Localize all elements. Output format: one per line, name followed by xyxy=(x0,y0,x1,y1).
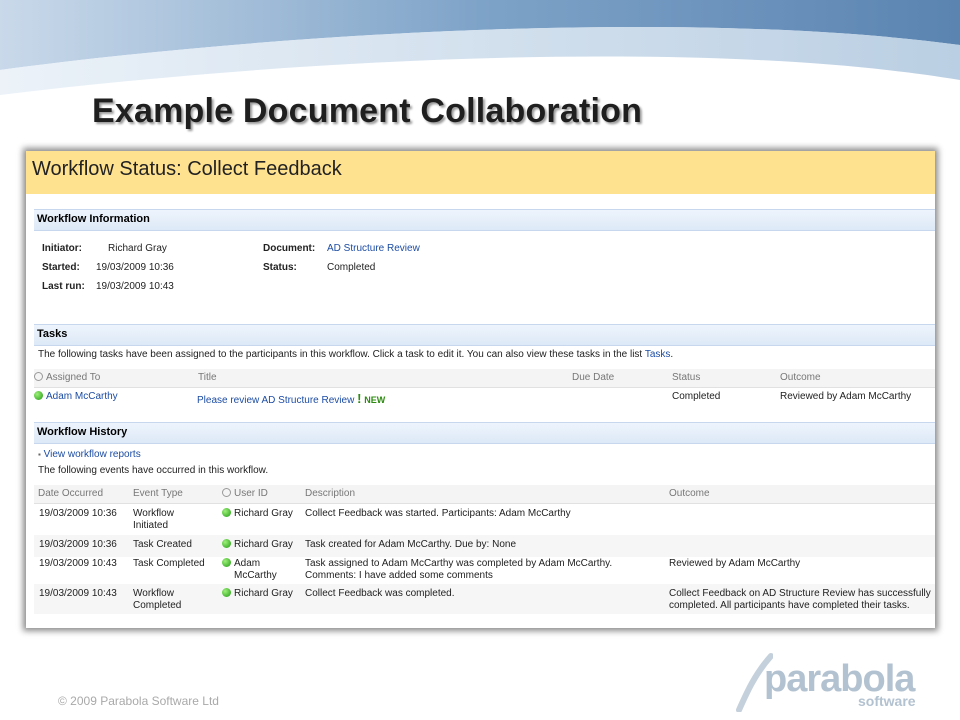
last-run-label: Last run: xyxy=(42,281,85,292)
status-value: Completed xyxy=(327,262,376,273)
history-description: Task assigned to Adam McCarthy was compl… xyxy=(305,558,613,581)
history-event: Task Completed xyxy=(133,558,205,569)
document-label: Document: xyxy=(263,243,316,254)
column-header[interactable]: Event Type xyxy=(133,488,183,499)
status-label: Status: xyxy=(263,262,297,273)
task-title-link[interactable]: Please review AD Structure Review ! NEW xyxy=(197,391,385,406)
presence-icon xyxy=(222,488,231,497)
task-assigned-to[interactable]: Adam McCarthy xyxy=(34,391,118,402)
history-event: Workflow Initiated xyxy=(133,508,174,531)
new-icon: ! xyxy=(357,391,362,406)
presence-icon xyxy=(222,558,231,567)
column-header[interactable]: Title xyxy=(198,372,217,383)
section-tasks: Tasks xyxy=(34,324,935,346)
history-table-header: Date Occurred Event Type User ID Descrip… xyxy=(34,485,935,504)
section-title: Workflow History xyxy=(37,426,128,438)
copyright-footer: © 2009 Parabola Software Ltd xyxy=(58,694,219,708)
history-date: 19/03/2009 10:43 xyxy=(39,558,117,569)
view-reports[interactable]: ▪ View workflow reports xyxy=(38,449,141,460)
slide-title: Example Document Collaboration xyxy=(92,92,643,130)
last-run-value: 19/03/2009 10:43 xyxy=(96,281,174,292)
history-user[interactable]: Richard Gray xyxy=(222,508,302,520)
history-description: Collect Feedback was started. Participan… xyxy=(305,508,571,519)
column-header[interactable]: Outcome xyxy=(780,372,821,383)
page-title: Workflow Status: Collect Feedback xyxy=(32,158,342,180)
history-description: Collect Feedback was completed. xyxy=(305,588,455,599)
section-workflow-history: Workflow History xyxy=(34,422,935,444)
column-header[interactable]: Status xyxy=(672,372,700,383)
history-intro: The following events have occurred in th… xyxy=(38,465,269,476)
column-header[interactable]: Date Occurred xyxy=(38,488,103,499)
column-header[interactable]: Description xyxy=(305,488,355,499)
history-description: Task created for Adam McCarthy. Due by: … xyxy=(305,539,517,550)
view-reports-link[interactable]: View workflow reports xyxy=(44,449,141,460)
started-label: Started: xyxy=(42,262,80,273)
initiator-label: Initiator: xyxy=(42,243,82,254)
parabola-logo-subtitle: software xyxy=(858,693,916,709)
section-title: Tasks xyxy=(37,328,68,340)
new-badge: NEW xyxy=(364,395,386,405)
task-status: Completed xyxy=(672,391,721,402)
column-header[interactable]: Assigned To xyxy=(34,372,100,383)
history-user[interactable]: Richard Gray xyxy=(222,588,302,600)
bullet-icon: ▪ xyxy=(38,450,41,459)
page-header: Workflow Status: Collect Feedback xyxy=(26,151,935,194)
history-event: Workflow Completed xyxy=(133,588,182,611)
presence-icon xyxy=(222,588,231,597)
started-value: 19/03/2009 10:36 xyxy=(96,262,174,273)
presence-icon xyxy=(222,508,231,517)
tasks-table-header: Assigned To Title Due Date Status Outcom… xyxy=(34,369,935,388)
history-outcome: Reviewed by Adam McCarthy xyxy=(669,558,801,569)
section-title: Workflow Information xyxy=(37,213,150,225)
document-link[interactable]: AD Structure Review xyxy=(327,243,420,254)
tasks-intro-text: The following tasks have been assigned t… xyxy=(38,349,643,360)
history-date: 19/03/2009 10:36 xyxy=(39,508,117,519)
history-date: 19/03/2009 10:43 xyxy=(39,588,117,599)
workflow-status-screenshot: Workflow Status: Collect Feedback Workfl… xyxy=(26,151,935,628)
column-header[interactable]: User ID xyxy=(222,488,268,499)
section-workflow-information: Workflow Information xyxy=(34,209,935,231)
history-date: 19/03/2009 10:36 xyxy=(39,539,117,550)
column-header[interactable]: Outcome xyxy=(669,488,710,499)
history-user[interactable]: Adam McCarthy xyxy=(222,558,294,582)
presence-icon xyxy=(34,372,43,381)
presence-icon xyxy=(222,539,231,548)
column-header[interactable]: Due Date xyxy=(572,372,614,383)
tasks-intro: The following tasks have been assigned t… xyxy=(38,349,674,360)
task-outcome: Reviewed by Adam McCarthy xyxy=(780,391,912,402)
presence-icon xyxy=(34,391,43,400)
history-user[interactable]: Richard Gray xyxy=(222,539,302,551)
tasks-list-link[interactable]: Tasks xyxy=(645,349,671,360)
initiator-value: Richard Gray xyxy=(108,243,167,254)
history-outcome: Collect Feedback on AD Structure Review … xyxy=(669,588,931,611)
history-event: Task Created xyxy=(133,539,192,550)
